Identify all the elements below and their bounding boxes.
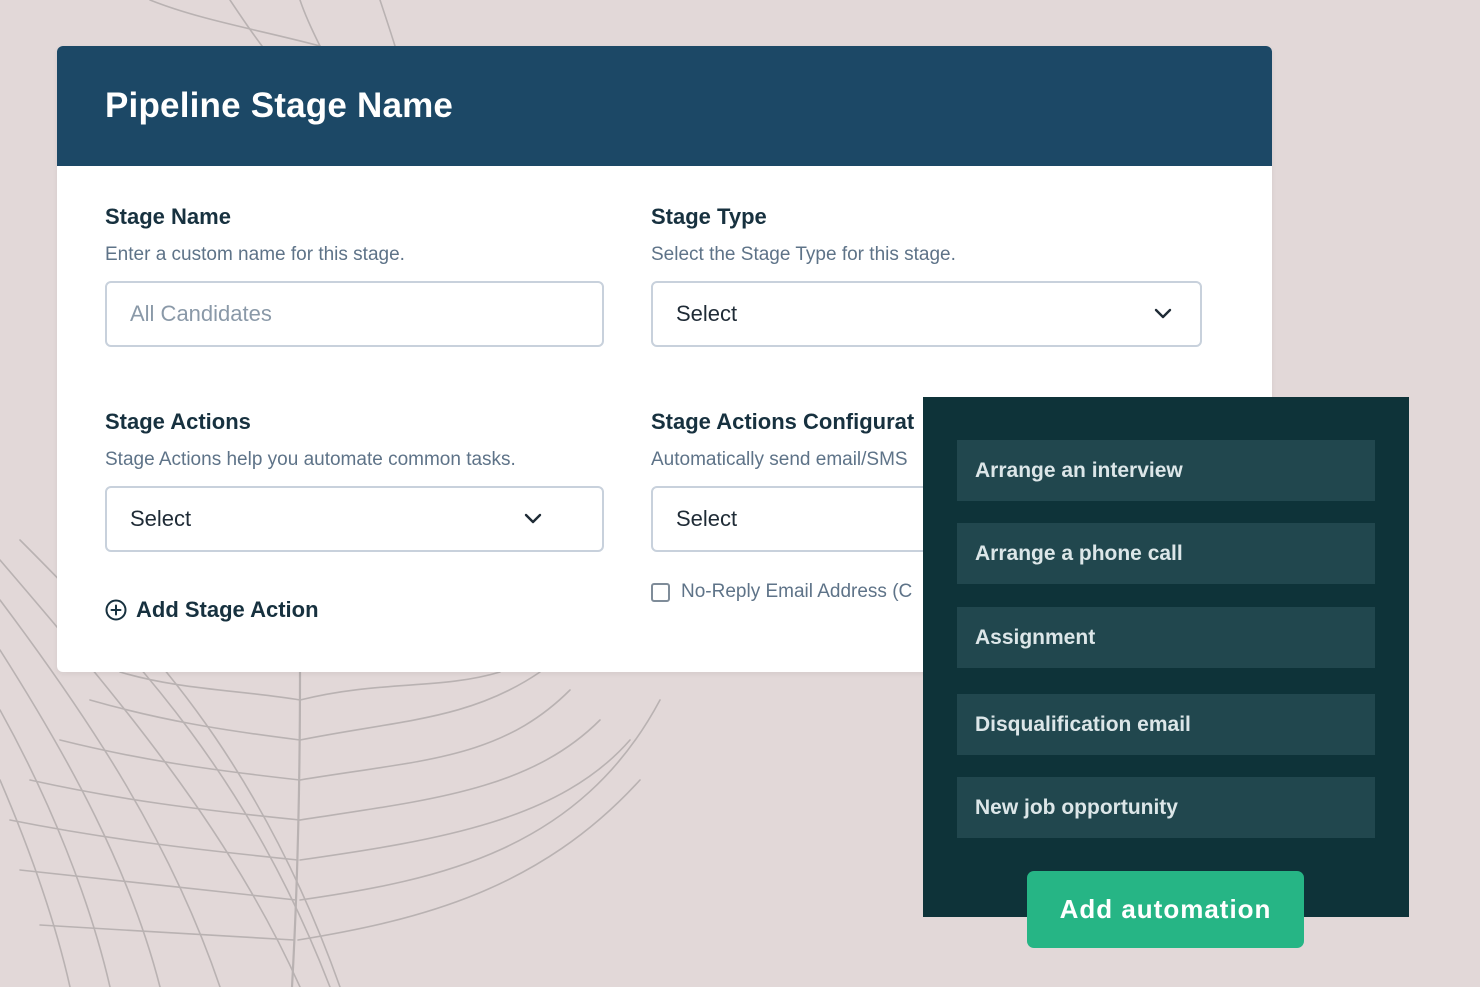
automation-dropdown: Arrange an interview Arrange a phone cal… <box>923 397 1409 917</box>
option-label: Disqualification email <box>975 712 1191 736</box>
option-disqualification-email[interactable]: Disqualification email <box>957 694 1375 755</box>
stage-actions-label: Stage Actions <box>105 409 251 434</box>
option-arrange-phone-call[interactable]: Arrange a phone call <box>957 523 1375 584</box>
no-reply-option: No-Reply Email Address (C <box>651 581 912 603</box>
stage-actions-config-selected: Select <box>676 506 738 531</box>
stage-type-label: Stage Type <box>651 204 767 229</box>
stage-actions-config-help: Automatically send email/SMS <box>651 449 908 470</box>
option-label: New job opportunity <box>975 795 1178 819</box>
option-label: Arrange a phone call <box>975 541 1183 565</box>
page-title: Pipeline Stage Name <box>105 86 454 125</box>
stage-type-selected: Select <box>676 301 738 326</box>
add-stage-action-button[interactable]: Add Stage Action <box>105 597 319 623</box>
stage-name-help: Enter a custom name for this stage. <box>105 244 405 265</box>
option-new-job-opportunity[interactable]: New job opportunity <box>957 777 1375 838</box>
option-label: Assignment <box>975 625 1096 649</box>
option-label: Arrange an interview <box>975 458 1183 482</box>
add-automation-button[interactable]: Add automation <box>1027 871 1304 948</box>
stage-name-label: Stage Name <box>105 204 231 229</box>
no-reply-label: No-Reply Email Address (C <box>681 581 913 602</box>
stage-actions-selected: Select <box>130 506 192 531</box>
option-assignment[interactable]: Assignment <box>957 607 1375 668</box>
stage-type-help: Select the Stage Type for this stage. <box>651 244 956 265</box>
no-reply-checkbox[interactable] <box>651 582 670 602</box>
chevron-down-icon <box>1154 308 1172 319</box>
chevron-down-icon <box>524 513 542 524</box>
card-header: Pipeline Stage Name <box>57 46 1272 166</box>
stage-actions-config-label: Stage Actions Configurat <box>651 409 915 434</box>
stage-name-input[interactable] <box>105 281 604 347</box>
add-stage-action-label: Add Stage Action <box>136 597 319 622</box>
stage-type-select[interactable]: Select <box>651 281 1202 347</box>
plus-circle-icon <box>105 599 127 621</box>
stage-actions-select[interactable]: Select <box>105 486 604 552</box>
option-arrange-interview[interactable]: Arrange an interview <box>957 440 1375 501</box>
stage-actions-help: Stage Actions help you automate common t… <box>105 449 516 470</box>
